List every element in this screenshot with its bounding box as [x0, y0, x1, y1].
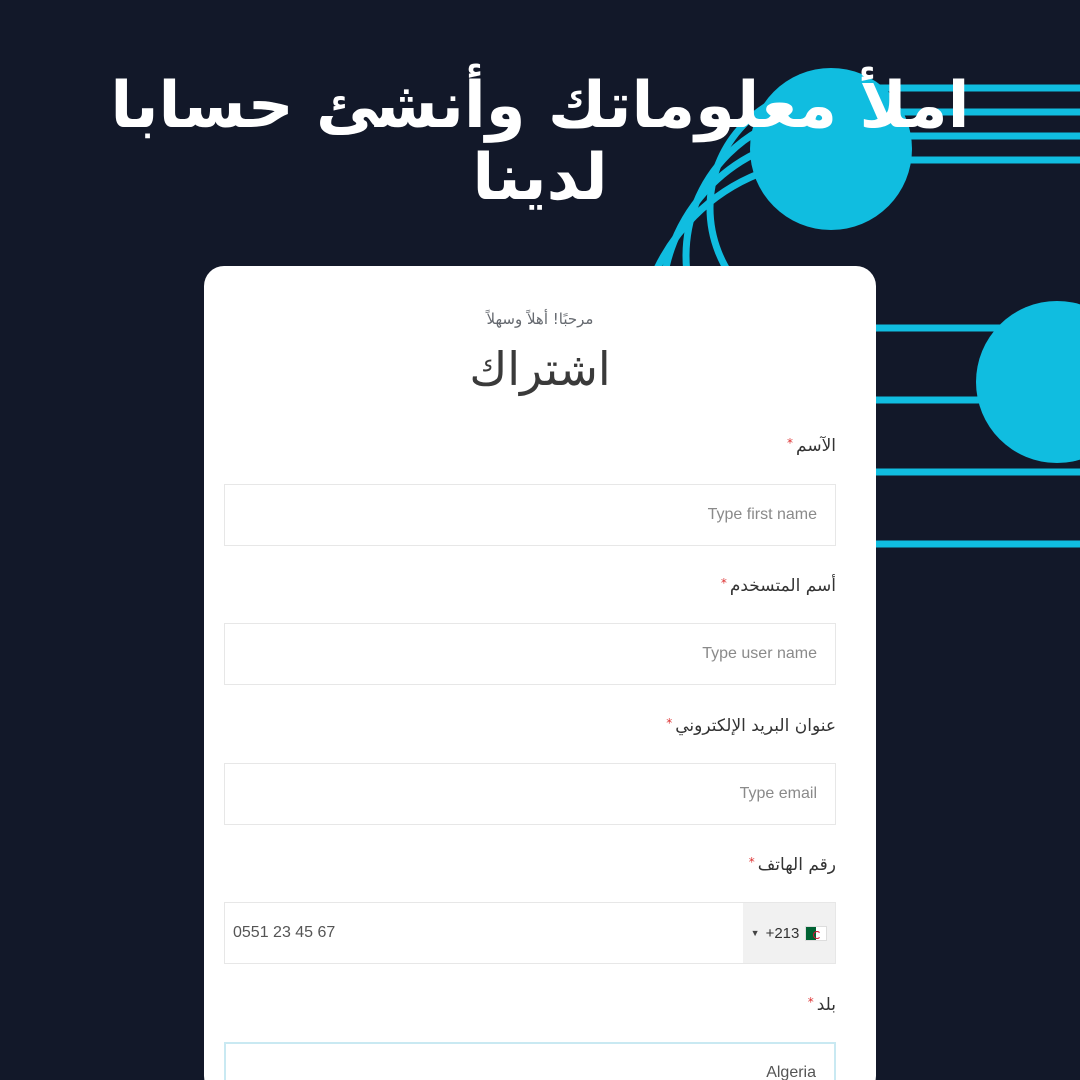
form-title: اشتراك [469, 342, 611, 396]
country-input[interactable] [226, 1044, 834, 1080]
name-label-text: الآسم [796, 436, 836, 456]
username-input[interactable] [225, 624, 835, 684]
phone-input[interactable] [225, 903, 743, 963]
headline: املأ معلوماتك وأنشئ حسابا لدينا [90, 70, 990, 214]
headline-line-1: املأ معلوماتك وأنشئ حسابا [110, 69, 970, 143]
email-field [224, 763, 836, 825]
country-label: بلد* [808, 995, 836, 1015]
phone-label-text: رقم الهاتف [757, 855, 836, 875]
required-mark: * [720, 576, 727, 590]
phone-label: رقم الهاتف* [749, 855, 836, 875]
required-mark: * [748, 855, 755, 869]
welcome-text: مرحبًا! أهلاً وسهلاً [486, 310, 594, 328]
email-label: عنوان البريد الإلكتروني* [666, 716, 836, 736]
country-label-text: بلد [816, 995, 836, 1015]
email-label-text: عنوان البريد الإلكتروني [675, 716, 836, 736]
caret-down-icon: ▼ [750, 928, 760, 938]
required-mark: * [807, 995, 814, 1009]
country-code: +213 [765, 924, 800, 942]
headline-line-2: لدينا [472, 141, 608, 215]
username-field [224, 623, 836, 685]
required-mark: * [666, 716, 673, 730]
username-label-text: أسم المتسخدم [729, 576, 836, 596]
phone-field: ▼ +213 [224, 902, 836, 964]
username-label: أسم المتسخدم* [721, 576, 836, 596]
algeria-flag-icon [805, 925, 828, 941]
name-label: الآسم* [787, 436, 836, 456]
country-field [224, 1042, 836, 1080]
email-input[interactable] [225, 764, 835, 824]
signup-card: مرحبًا! أهلاً وسهلاً اشتراك الآسم* أسم ا… [204, 266, 876, 1080]
name-field [224, 484, 836, 546]
required-mark: * [787, 436, 794, 450]
name-input[interactable] [225, 485, 835, 545]
country-code-selector[interactable]: ▼ +213 [743, 903, 835, 963]
